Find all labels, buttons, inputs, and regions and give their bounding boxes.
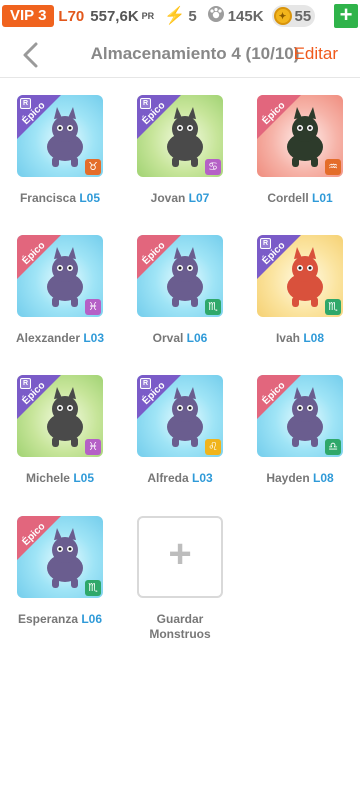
zodiac-icon: ♓ <box>85 439 101 455</box>
monster-name-text: Michele <box>25 471 74 485</box>
zodiac-icon: ♋ <box>205 159 221 175</box>
monster-name-text: Hayden <box>266 471 313 485</box>
food-value: 145K <box>227 7 264 25</box>
food-counter[interactable]: 145K <box>207 5 264 27</box>
plus-icon: + <box>168 532 192 576</box>
rank-badge: R <box>140 98 151 109</box>
monster-level: L03 <box>192 471 213 485</box>
monster-name-text: Ivah <box>275 331 304 345</box>
add-coins-button[interactable]: + <box>334 4 358 28</box>
monster-level: L08 <box>313 471 334 485</box>
monster-name: Francisca L05 <box>0 191 120 205</box>
monster-card[interactable]: Épico ♒ <box>257 95 343 177</box>
vip-badge[interactable]: VIP 3 <box>2 5 55 27</box>
monster-card[interactable]: Épico R ♋ <box>137 95 223 177</box>
zodiac-icon: ♉ <box>85 159 101 175</box>
monster-card[interactable]: Épico R ♉ <box>17 95 103 177</box>
monster-level: L03 <box>83 331 105 345</box>
monster-card[interactable]: Épico ♓ <box>17 235 103 317</box>
monster-card[interactable]: Épico ♎ <box>257 375 343 457</box>
monster-name: Esperanza L06 <box>0 612 120 626</box>
energy-counter[interactable]: ⚡ 5 <box>164 6 197 26</box>
monster-name: Jovan L07 <box>120 191 240 205</box>
page-header: Almacenamiento 4 (10/10) Editar <box>0 32 360 78</box>
zodiac-icon: ♏ <box>85 580 101 596</box>
lightning-icon: ⚡ <box>164 6 186 25</box>
monster-card[interactable]: Épico R ♏ <box>257 235 343 317</box>
monster-name: Orval L06 <box>120 331 240 345</box>
add-monster-button[interactable]: + <box>137 516 223 598</box>
monster-name-text: Alfreda <box>147 471 192 485</box>
coin-value: 55 <box>294 7 312 25</box>
monster-name: Cordell L01 <box>240 191 360 205</box>
monster-level: L01 <box>311 191 333 205</box>
power-rating: 557,6K PR <box>90 8 154 25</box>
monster-name: Hayden L08 <box>240 471 360 485</box>
monster-level: L06 <box>186 331 208 345</box>
monster-card[interactable]: Épico R ♌ <box>137 375 223 457</box>
power-rating-unit: PR <box>141 10 155 21</box>
monster-name-text: Francisca <box>19 191 80 205</box>
coin-counter[interactable]: ✦ 55 <box>271 5 316 27</box>
monster-level: L05 <box>79 191 101 205</box>
rank-badge: R <box>260 238 271 249</box>
power-rating-value: 557,6K <box>90 7 139 25</box>
monster-name: Michele L05 <box>0 471 120 485</box>
zodiac-icon: ♏ <box>325 299 341 315</box>
monster-level: L06 <box>81 612 103 626</box>
app-screen: VIP 3 L70 557,6K PR ⚡ 5 145K ✦ 55 + Almac… <box>0 0 360 800</box>
monster-name-text: Orval <box>152 331 187 345</box>
monster-name-text: Esperanza <box>17 612 82 626</box>
zodiac-icon: ♒ <box>325 159 341 175</box>
monster-level: L08 <box>303 331 325 345</box>
edit-button[interactable]: Editar <box>294 44 338 64</box>
rank-badge: R <box>20 378 31 389</box>
food-icon <box>207 5 225 27</box>
player-level: L70 <box>58 7 85 25</box>
monster-name: Alexzander L03 <box>0 331 120 345</box>
monster-name: Alfreda L03 <box>120 471 240 485</box>
monster-card[interactable]: Épico ♏ <box>137 235 223 317</box>
monster-level: L05 <box>73 471 95 485</box>
rank-badge: R <box>140 378 151 389</box>
zodiac-icon: ♓ <box>85 299 101 315</box>
monster-name-text: Jovan <box>150 191 189 205</box>
status-bar: VIP 3 L70 557,6K PR ⚡ 5 145K ✦ 55 + <box>0 0 360 32</box>
rank-badge: R <box>20 98 31 109</box>
zodiac-icon: ♎ <box>325 439 341 455</box>
monster-level: L07 <box>188 191 210 205</box>
monster-card[interactable]: Épico ♏ <box>17 516 103 598</box>
energy-value: 5 <box>188 7 197 25</box>
add-monster-label: Guardar Monstruos <box>120 612 240 642</box>
monster-name-text: Cordell <box>267 191 312 205</box>
add-monster-label-line1: Guardar <box>156 612 204 626</box>
zodiac-icon: ♌ <box>205 439 221 455</box>
coin-icon: ✦ <box>273 7 292 25</box>
monster-name-text: Alexzander <box>15 331 84 345</box>
add-monster-label-line2: Monstruos <box>149 627 211 641</box>
zodiac-icon: ♏ <box>205 299 221 315</box>
monster-name: Ivah L08 <box>240 331 360 345</box>
monster-card[interactable]: Épico R ♓ <box>17 375 103 457</box>
